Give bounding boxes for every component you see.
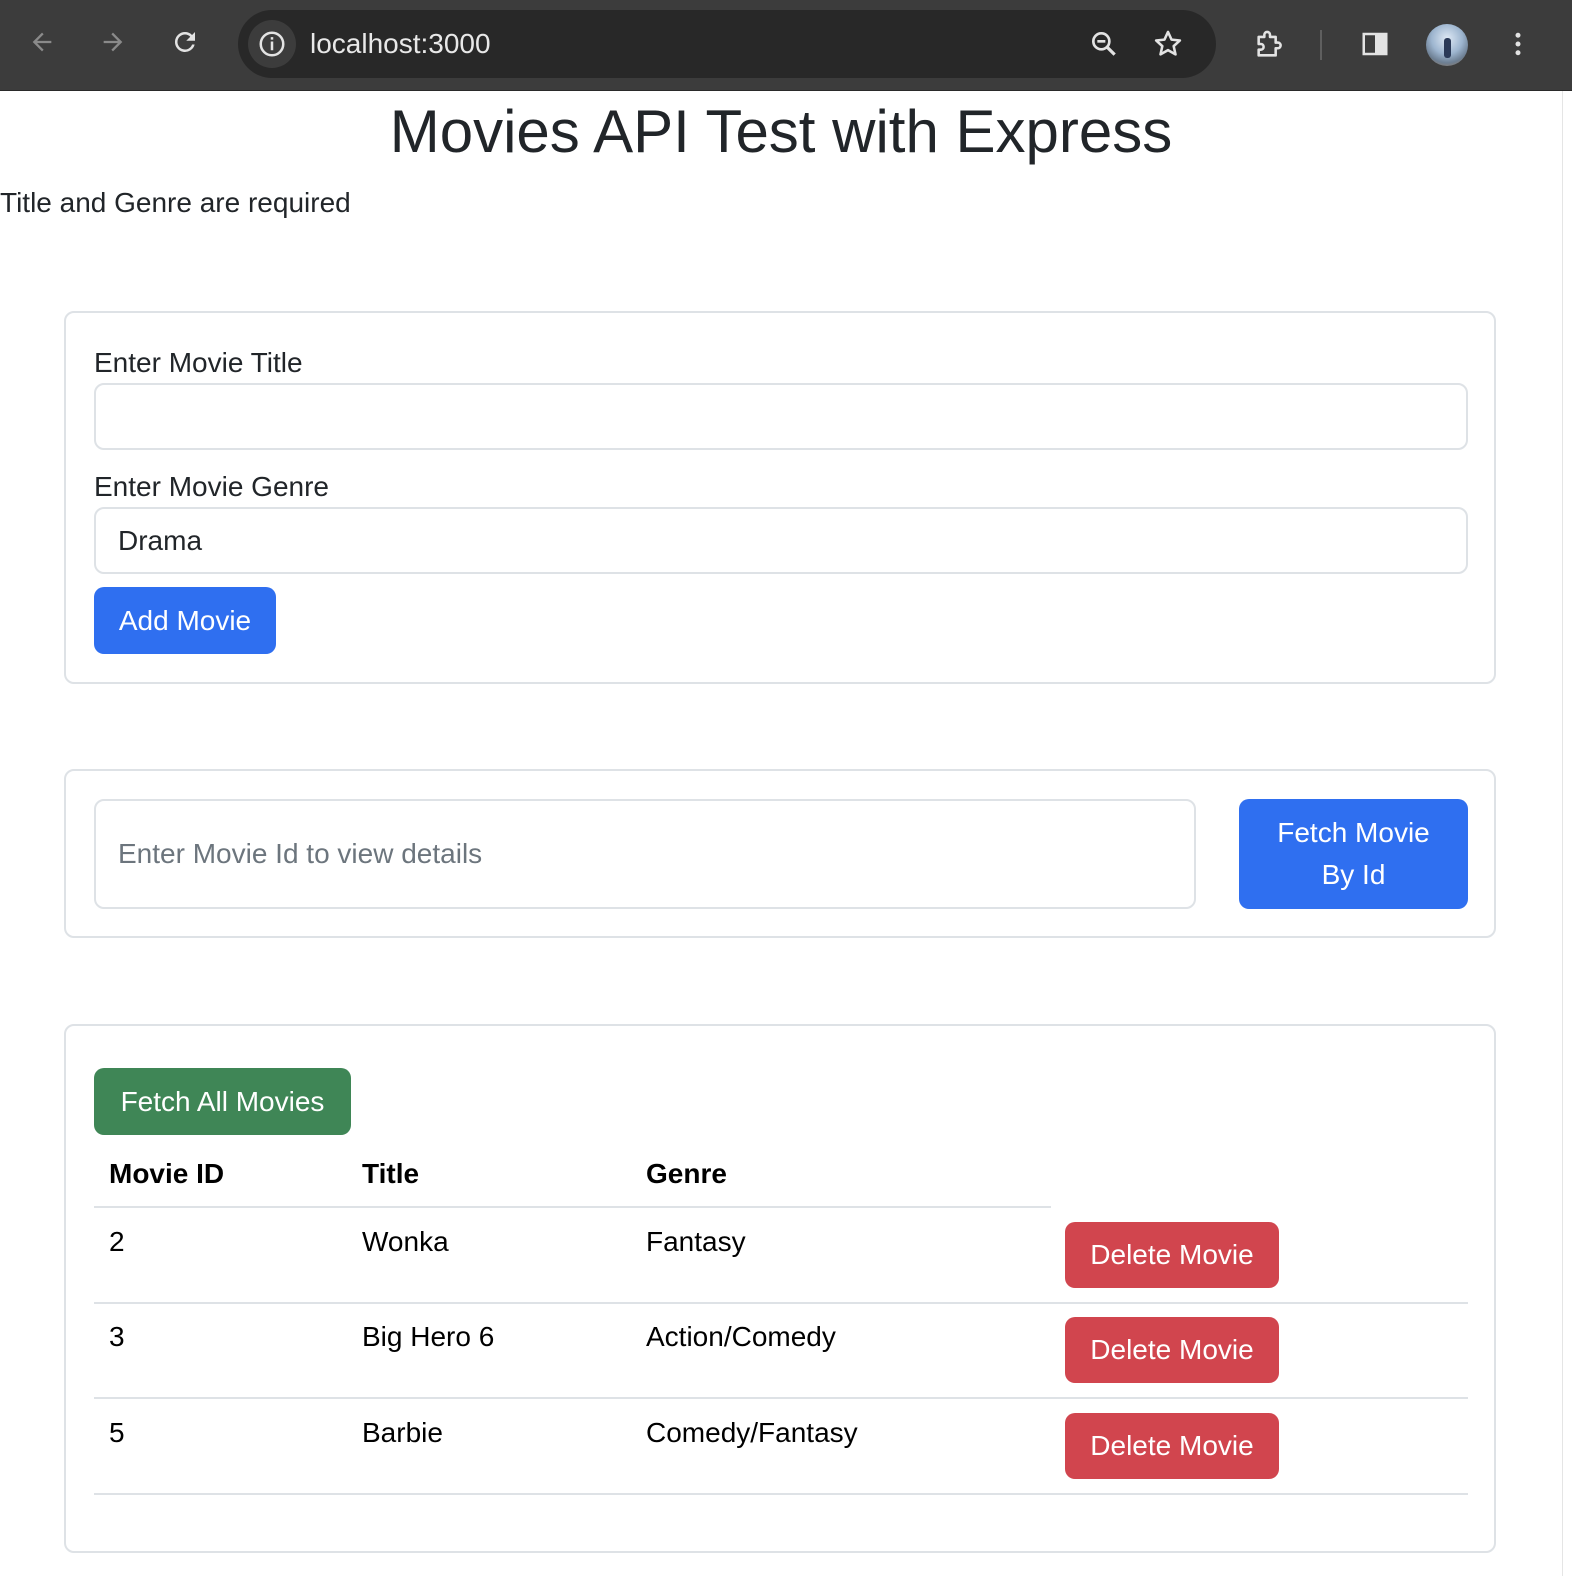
movies-list-card: Fetch All Movies Movie ID Title Genre 2 …	[64, 1024, 1496, 1553]
more-menu-icon[interactable]	[1498, 24, 1538, 64]
table-row: 3 Big Hero 6 Action/Comedy Delete Movie	[94, 1303, 1468, 1399]
toolbar-divider	[1320, 30, 1322, 60]
page-title: Movies API Test with Express	[389, 98, 1173, 165]
movie-id-cell: 3	[109, 1321, 125, 1352]
back-arrow-icon[interactable]	[20, 20, 64, 64]
site-info-icon[interactable]	[248, 20, 296, 68]
extensions-puzzle-icon[interactable]	[1248, 22, 1292, 66]
forward-arrow-icon[interactable]	[91, 20, 135, 64]
bookmark-star-icon[interactable]	[1148, 24, 1188, 64]
movie-genre-cell: Comedy/Fantasy	[646, 1417, 858, 1448]
column-header-movie-id: Movie ID	[109, 1158, 225, 1189]
zoom-icon[interactable]	[1084, 24, 1124, 64]
add-movie-button[interactable]: Add Movie	[94, 587, 276, 654]
column-header-genre: Genre	[646, 1158, 727, 1189]
table-row: 5 Barbie Comedy/Fantasy Delete Movie	[94, 1399, 1468, 1495]
address-bar[interactable]: localhost:3000	[238, 10, 1216, 78]
movie-title-cell: Big Hero 6	[362, 1321, 495, 1352]
delete-movie-button[interactable]: Delete Movie	[1065, 1317, 1279, 1383]
delete-movie-button[interactable]: Delete Movie	[1065, 1222, 1279, 1288]
window-edge	[1562, 91, 1572, 1576]
add-movie-card: Enter Movie Title Enter Movie Genre Add …	[64, 311, 1496, 684]
column-header-title: Title	[362, 1158, 420, 1189]
fetch-all-movies-button[interactable]: Fetch All Movies	[94, 1068, 351, 1135]
movie-title-cell: Barbie	[362, 1417, 443, 1448]
browser-toolbar: localhost:3000	[0, 0, 1572, 91]
delete-movie-button[interactable]: Delete Movie	[1065, 1413, 1279, 1479]
fetch-by-id-card: Fetch Movie By Id	[64, 769, 1496, 938]
table-row: 2 Wonka Fantasy Delete Movie	[94, 1208, 1468, 1304]
movie-title-cell: Wonka	[362, 1226, 449, 1257]
profile-avatar[interactable]	[1426, 24, 1468, 66]
fetch-movie-by-id-button[interactable]: Fetch Movie By Id	[1239, 799, 1468, 909]
movie-genre-input[interactable]	[94, 507, 1468, 574]
movie-id-cell: 5	[109, 1417, 125, 1448]
side-panel-icon[interactable]	[1355, 24, 1395, 64]
movie-genre-label: Enter Movie Genre	[94, 471, 329, 502]
movie-id-cell: 2	[109, 1226, 125, 1257]
movie-id-input[interactable]	[94, 799, 1196, 909]
movie-genre-cell: Fantasy	[646, 1226, 746, 1257]
reload-icon[interactable]	[163, 20, 207, 64]
movie-title-input[interactable]	[94, 383, 1468, 450]
movie-genre-cell: Action/Comedy	[646, 1321, 836, 1352]
movie-title-label: Enter Movie Title	[94, 347, 303, 378]
validation-message: Title and Genre are required	[0, 187, 351, 218]
url-text: localhost:3000	[310, 28, 491, 59]
